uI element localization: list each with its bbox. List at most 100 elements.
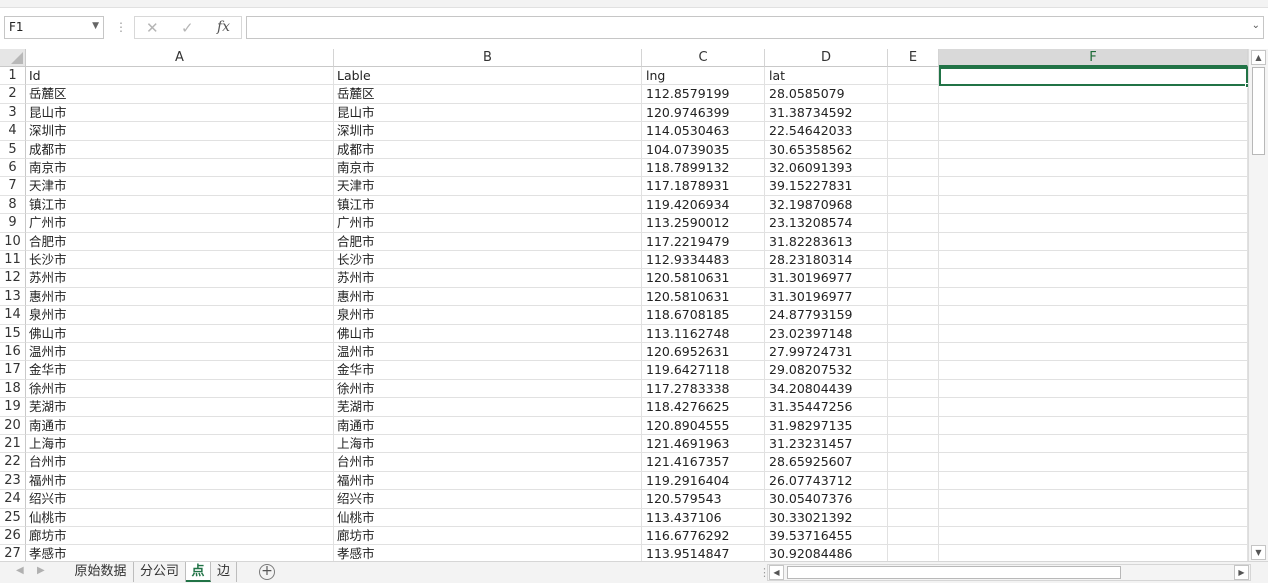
plus-circle-icon[interactable]: + (259, 564, 275, 580)
cell[interactable]: 32.19870968 (765, 195, 888, 215)
row-header[interactable]: 26 (0, 527, 26, 546)
cell[interactable] (888, 324, 939, 343)
row-header[interactable]: 1 (0, 67, 26, 86)
cell[interactable]: 成都市 (334, 140, 642, 159)
cell[interactable]: 119.6427118 (642, 361, 765, 380)
cell[interactable]: 孝感市 (26, 545, 334, 561)
cell[interactable]: 福州市 (26, 471, 334, 491)
cell[interactable]: 仙桃市 (26, 508, 334, 527)
cell[interactable] (939, 527, 1248, 546)
cell[interactable]: 112.8579199 (642, 85, 765, 104)
cell[interactable]: 惠州市 (334, 287, 642, 307)
cell[interactable] (888, 251, 939, 270)
cell[interactable] (939, 306, 1248, 325)
cell[interactable]: 台州市 (26, 453, 334, 472)
cell[interactable] (888, 471, 939, 491)
cell[interactable]: 32.06091393 (765, 159, 888, 178)
cell[interactable]: 31.23231457 (765, 435, 888, 454)
cell[interactable] (939, 140, 1248, 159)
row-header[interactable]: 16 (0, 343, 26, 362)
selected-cell[interactable] (939, 67, 1248, 88)
check-icon[interactable]: ✓ (181, 19, 194, 37)
cell[interactable]: 天津市 (334, 177, 642, 196)
cell[interactable]: 深圳市 (334, 122, 642, 141)
cell[interactable]: 泉州市 (26, 306, 334, 325)
cell[interactable]: 30.92084486 (765, 545, 888, 561)
cell[interactable]: 114.0530463 (642, 122, 765, 141)
cell[interactable] (888, 140, 939, 159)
cell[interactable]: 长沙市 (26, 251, 334, 270)
cell[interactable]: 39.53716455 (765, 527, 888, 546)
cell[interactable]: 24.87793159 (765, 306, 888, 325)
cell[interactable] (888, 398, 939, 417)
row-header[interactable]: 6 (0, 159, 26, 178)
cell[interactable] (939, 416, 1248, 435)
column-header-d[interactable]: D (765, 49, 888, 67)
column-header-b[interactable]: B (334, 49, 642, 67)
cell[interactable]: 120.579543 (642, 490, 765, 509)
row-header[interactable]: 23 (0, 471, 26, 491)
cell[interactable]: 112.9334483 (642, 251, 765, 270)
cell[interactable]: 118.6708185 (642, 306, 765, 325)
cell[interactable] (939, 361, 1248, 380)
column-header-a[interactable]: A (26, 49, 334, 67)
cell[interactable]: lat (765, 67, 888, 86)
cell[interactable]: 31.35447256 (765, 398, 888, 417)
cell[interactable] (888, 306, 939, 325)
cell[interactable]: 芜湖市 (334, 398, 642, 417)
cell[interactable]: 合肥市 (26, 232, 334, 251)
cell[interactable] (888, 287, 939, 307)
row-header[interactable]: 18 (0, 379, 26, 399)
cell[interactable] (888, 67, 939, 86)
cell[interactable]: 金华市 (334, 361, 642, 380)
cell[interactable] (888, 343, 939, 362)
cell[interactable]: 113.9514847 (642, 545, 765, 561)
sheet-tab[interactable]: 边 (211, 562, 237, 582)
row-header[interactable]: 9 (0, 214, 26, 233)
cell[interactable]: 佛山市 (334, 324, 642, 343)
cell[interactable]: 28.23180314 (765, 251, 888, 270)
cell[interactable]: 岳麓区 (334, 85, 642, 104)
next-sheet-icon[interactable]: ▶ (37, 565, 45, 576)
cell[interactable]: 上海市 (26, 435, 334, 454)
cell[interactable]: 29.08207532 (765, 361, 888, 380)
cell[interactable]: 31.30196977 (765, 287, 888, 307)
scroll-up-icon[interactable]: ▲ (1251, 50, 1266, 65)
cell[interactable]: Lable (334, 67, 642, 86)
row-header[interactable]: 21 (0, 435, 26, 454)
cell[interactable]: 31.38734592 (765, 103, 888, 123)
name-box[interactable]: F1 ▼ (4, 16, 104, 39)
cell[interactable]: lng (642, 67, 765, 86)
cell[interactable] (939, 435, 1248, 454)
cell[interactable]: 南通市 (26, 416, 334, 435)
cell[interactable]: 镇江市 (26, 195, 334, 215)
cell[interactable]: 孝感市 (334, 545, 642, 561)
cell[interactable]: 113.2590012 (642, 214, 765, 233)
cell[interactable]: 南京市 (334, 159, 642, 178)
vertical-scroll-thumb[interactable] (1252, 67, 1265, 155)
row-header[interactable]: 13 (0, 287, 26, 307)
row-header[interactable]: 19 (0, 398, 26, 417)
cell[interactable] (888, 214, 939, 233)
cell[interactable] (939, 177, 1248, 196)
sheet-tab[interactable]: 分公司 (134, 562, 186, 582)
cell[interactable] (939, 324, 1248, 343)
sheet-tab[interactable]: 原始数据 (68, 562, 134, 582)
row-header[interactable]: 14 (0, 306, 26, 325)
horizontal-scrollbar[interactable]: ◀ ▶ (767, 564, 1251, 581)
cell[interactable]: 120.5810631 (642, 287, 765, 307)
row-header[interactable]: 17 (0, 361, 26, 380)
cell[interactable]: 119.2916404 (642, 471, 765, 491)
cell[interactable]: 22.54642033 (765, 122, 888, 141)
cell[interactable]: 苏州市 (334, 269, 642, 288)
cell[interactable]: 徐州市 (26, 379, 334, 399)
cell[interactable] (888, 508, 939, 527)
column-header-f[interactable]: F (939, 49, 1248, 67)
expand-formula-icon[interactable]: ⌄ (1252, 20, 1260, 31)
cell[interactable] (939, 398, 1248, 417)
cell[interactable]: Id (26, 67, 334, 86)
cell[interactable] (939, 85, 1248, 104)
cell[interactable] (939, 159, 1248, 178)
row-header[interactable]: 7 (0, 177, 26, 196)
cell[interactable] (939, 287, 1248, 307)
